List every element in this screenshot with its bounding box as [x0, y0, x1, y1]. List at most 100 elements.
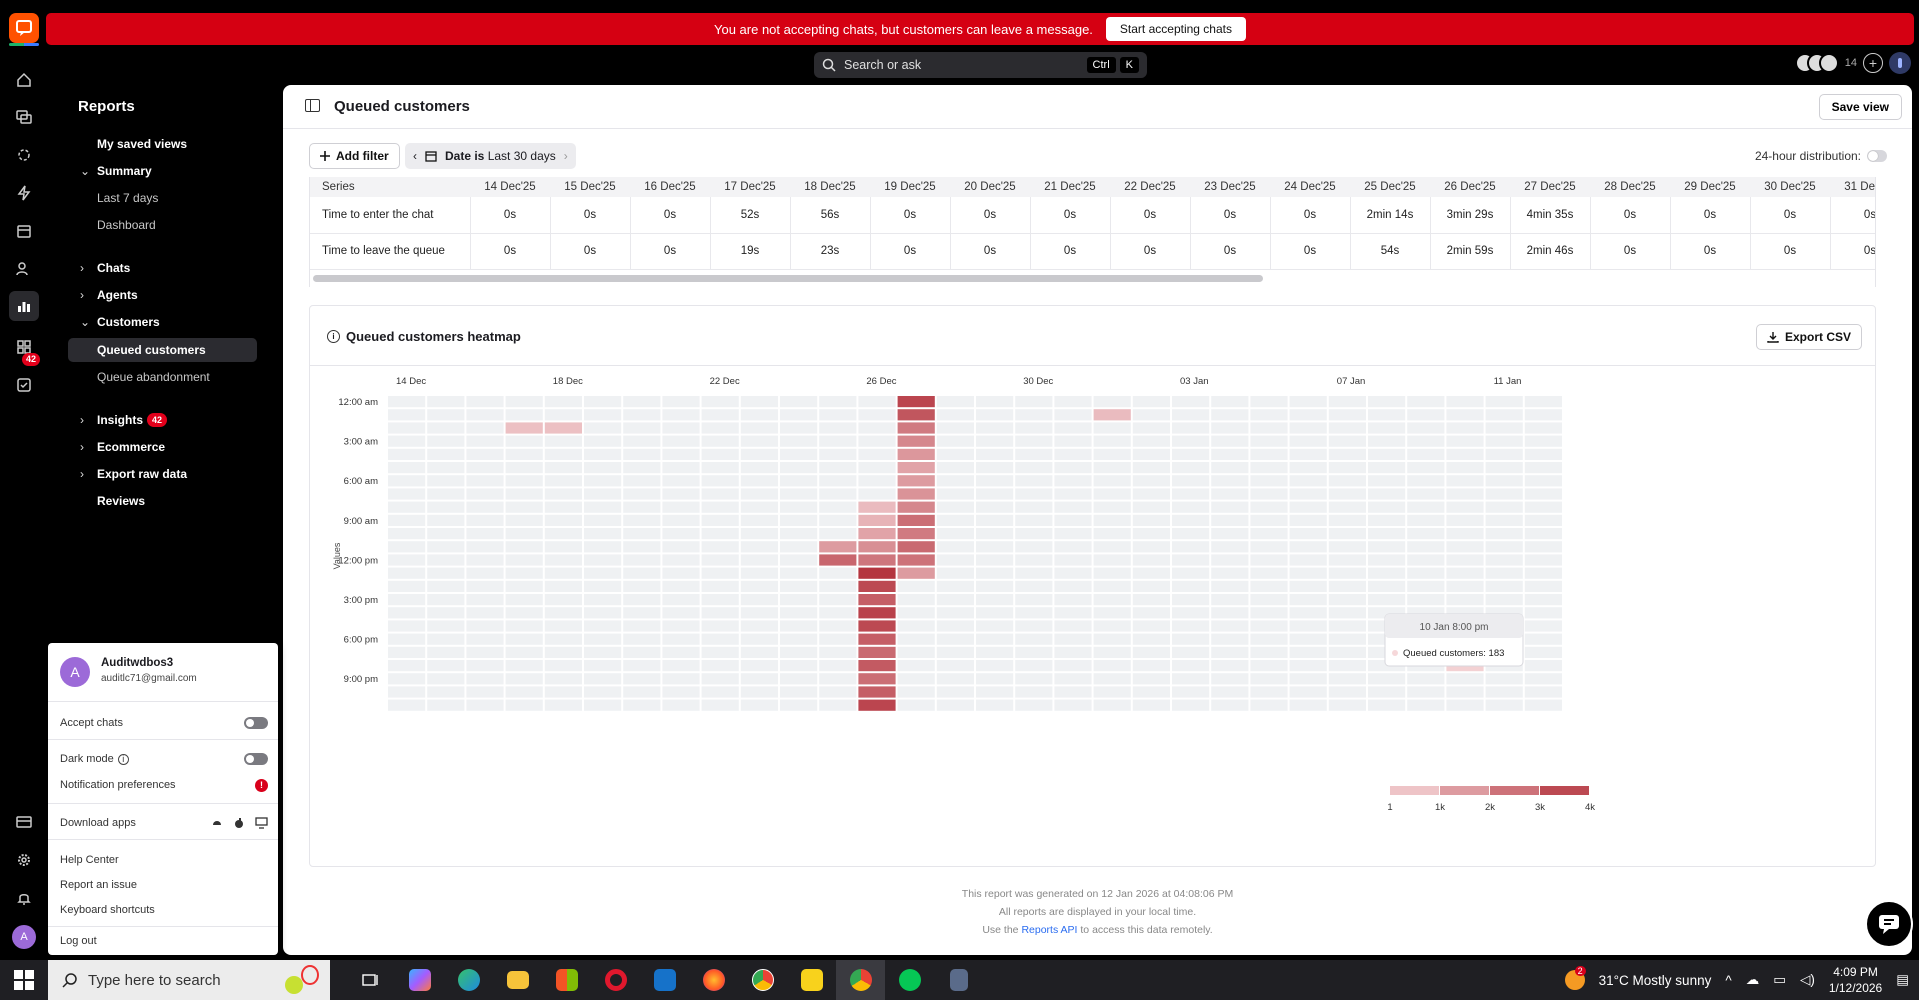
heatmap-cell: [858, 501, 896, 513]
start-accepting-chats-button[interactable]: Start accepting chats: [1105, 17, 1246, 41]
legend-swatch: [1490, 786, 1539, 795]
team-icon[interactable]: [14, 259, 34, 279]
onedrive-icon[interactable]: ☁: [1746, 972, 1760, 988]
windows-start-icon[interactable]: [14, 970, 34, 993]
firefox-icon[interactable]: [689, 960, 738, 1000]
bell-icon[interactable]: [14, 888, 34, 908]
nav-queued-customers[interactable]: Queued customers: [97, 338, 206, 362]
distribution-toggle[interactable]: [1867, 150, 1887, 162]
automation-icon[interactable]: [14, 183, 34, 203]
calculator-icon[interactable]: [934, 960, 983, 1000]
report-issue-link[interactable]: Report an issue: [60, 875, 268, 895]
help-center-link[interactable]: Help Center: [60, 850, 268, 870]
dark-mode-row[interactable]: Dark mode i: [60, 749, 268, 769]
nav-chats[interactable]: Chats: [97, 256, 130, 280]
heatmap-cell: [1328, 594, 1366, 606]
heatmap-cell: [976, 673, 1014, 685]
chrome-icon[interactable]: [738, 960, 787, 1000]
network-icon[interactable]: ▭: [1773, 972, 1786, 988]
add-icon[interactable]: +: [1863, 53, 1883, 73]
dark-mode-toggle[interactable]: [244, 753, 268, 765]
chat-widget-button[interactable]: [1865, 900, 1913, 948]
nav-agents[interactable]: Agents: [97, 283, 138, 307]
heatmap-cell: [388, 435, 426, 447]
nav-summary[interactable]: Summary: [97, 159, 152, 183]
apple-icon[interactable]: [233, 817, 245, 829]
team-avatars[interactable]: [1794, 53, 1839, 73]
heatmap-cell: [780, 422, 818, 434]
keyboard-shortcuts-link[interactable]: Keyboard shortcuts: [60, 900, 268, 920]
heatmap-cell: [623, 396, 661, 408]
chevron-left-icon[interactable]: ‹: [413, 149, 417, 163]
user-avatar[interactable]: A: [12, 925, 36, 949]
nav-last-7-days[interactable]: Last 7 days: [97, 186, 158, 210]
save-view-button[interactable]: Save view: [1818, 94, 1902, 120]
livechat-logo[interactable]: [9, 13, 39, 46]
archives-icon[interactable]: [14, 221, 34, 241]
x-tick-label: 30 Dec: [1023, 376, 1053, 387]
opera-icon[interactable]: [591, 960, 640, 1000]
log-out-link[interactable]: Log out: [60, 931, 268, 951]
sidebar-toggle-icon[interactable]: [305, 99, 320, 112]
heatmap-cell: [427, 448, 465, 460]
reports-api-link[interactable]: Reports API: [1021, 924, 1077, 936]
info-icon[interactable]: i: [327, 330, 340, 343]
desktop-icon[interactable]: [255, 817, 268, 829]
heatmap-cell: [1328, 673, 1366, 685]
chrome-active-icon[interactable]: [836, 960, 885, 1000]
heatmap-cell: [1172, 528, 1210, 540]
tasks-icon[interactable]: [14, 375, 34, 395]
heatmap-cell: [1054, 633, 1092, 645]
accept-chats-toggle[interactable]: [244, 717, 268, 729]
task-view-icon[interactable]: [346, 960, 395, 1000]
volume-icon[interactable]: ◁): [1800, 972, 1815, 988]
nav-my-saved-views[interactable]: My saved views: [97, 132, 187, 156]
nav-ecommerce[interactable]: Ecommerce: [97, 435, 165, 459]
billing-icon[interactable]: [14, 812, 34, 832]
nav-customers[interactable]: Customers: [97, 310, 160, 334]
android-icon[interactable]: [211, 817, 223, 829]
edge-icon[interactable]: [444, 960, 493, 1000]
table-cell: 0s: [470, 197, 551, 234]
heatmap-cell: [976, 435, 1014, 447]
horizontal-scrollbar[interactable]: [313, 275, 1263, 282]
line-icon[interactable]: [885, 960, 934, 1000]
chats-icon[interactable]: [14, 107, 34, 127]
nav-export-raw-data[interactable]: Export raw data: [97, 462, 187, 486]
weather-icon[interactable]: 2: [1564, 966, 1586, 990]
nav-reviews[interactable]: Reviews: [97, 489, 145, 513]
chevron-right-icon[interactable]: ›: [564, 149, 568, 163]
taskbar-search-input[interactable]: Type here to search: [48, 960, 330, 1000]
traffic-icon[interactable]: [14, 145, 34, 165]
sticky-notes-icon[interactable]: [787, 960, 836, 1000]
weather-text[interactable]: 31°C Mostly sunny: [1599, 973, 1712, 988]
heatmap-cell: [819, 541, 857, 553]
info-icon[interactable]: i: [117, 753, 129, 765]
date-filter-chip[interactable]: ‹ Date is Last 30 days ›: [405, 143, 576, 169]
taskbar-clock[interactable]: 4:09 PM 1/12/2026: [1829, 964, 1882, 996]
nav-insights[interactable]: Insights 42: [97, 408, 168, 432]
search-input[interactable]: Search or ask Ctrl K: [814, 52, 1147, 78]
file-explorer-icon[interactable]: [493, 960, 542, 1000]
nav-dashboard[interactable]: Dashboard: [97, 213, 156, 237]
heatmap-cell: [1446, 567, 1484, 579]
accept-chats-row[interactable]: Accept chats: [60, 713, 268, 733]
heatmap-cell: [1211, 660, 1249, 672]
notification-preferences-row[interactable]: Notification preferences!: [60, 775, 268, 795]
nav-queue-abandonment[interactable]: Queue abandonment: [97, 365, 210, 389]
store-icon[interactable]: [542, 960, 591, 1000]
home-icon[interactable]: [14, 70, 34, 90]
heatmap-cell: [1054, 646, 1092, 658]
settings-gear-icon[interactable]: [14, 850, 34, 870]
notification-center-icon[interactable]: ▤: [1896, 972, 1909, 988]
legend-swatch: [1440, 786, 1489, 795]
reports-icon[interactable]: [9, 291, 39, 321]
microphone-icon[interactable]: [1889, 52, 1911, 74]
tray-chevron-up-icon[interactable]: ^: [1725, 973, 1731, 988]
heatmap-cell: [1015, 567, 1053, 579]
outlook-icon[interactable]: [640, 960, 689, 1000]
copilot-icon[interactable]: [395, 960, 444, 1000]
heatmap-cell: [623, 554, 661, 566]
export-csv-button[interactable]: Export CSV: [1755, 324, 1862, 350]
add-filter-button[interactable]: Add filter: [309, 143, 400, 169]
